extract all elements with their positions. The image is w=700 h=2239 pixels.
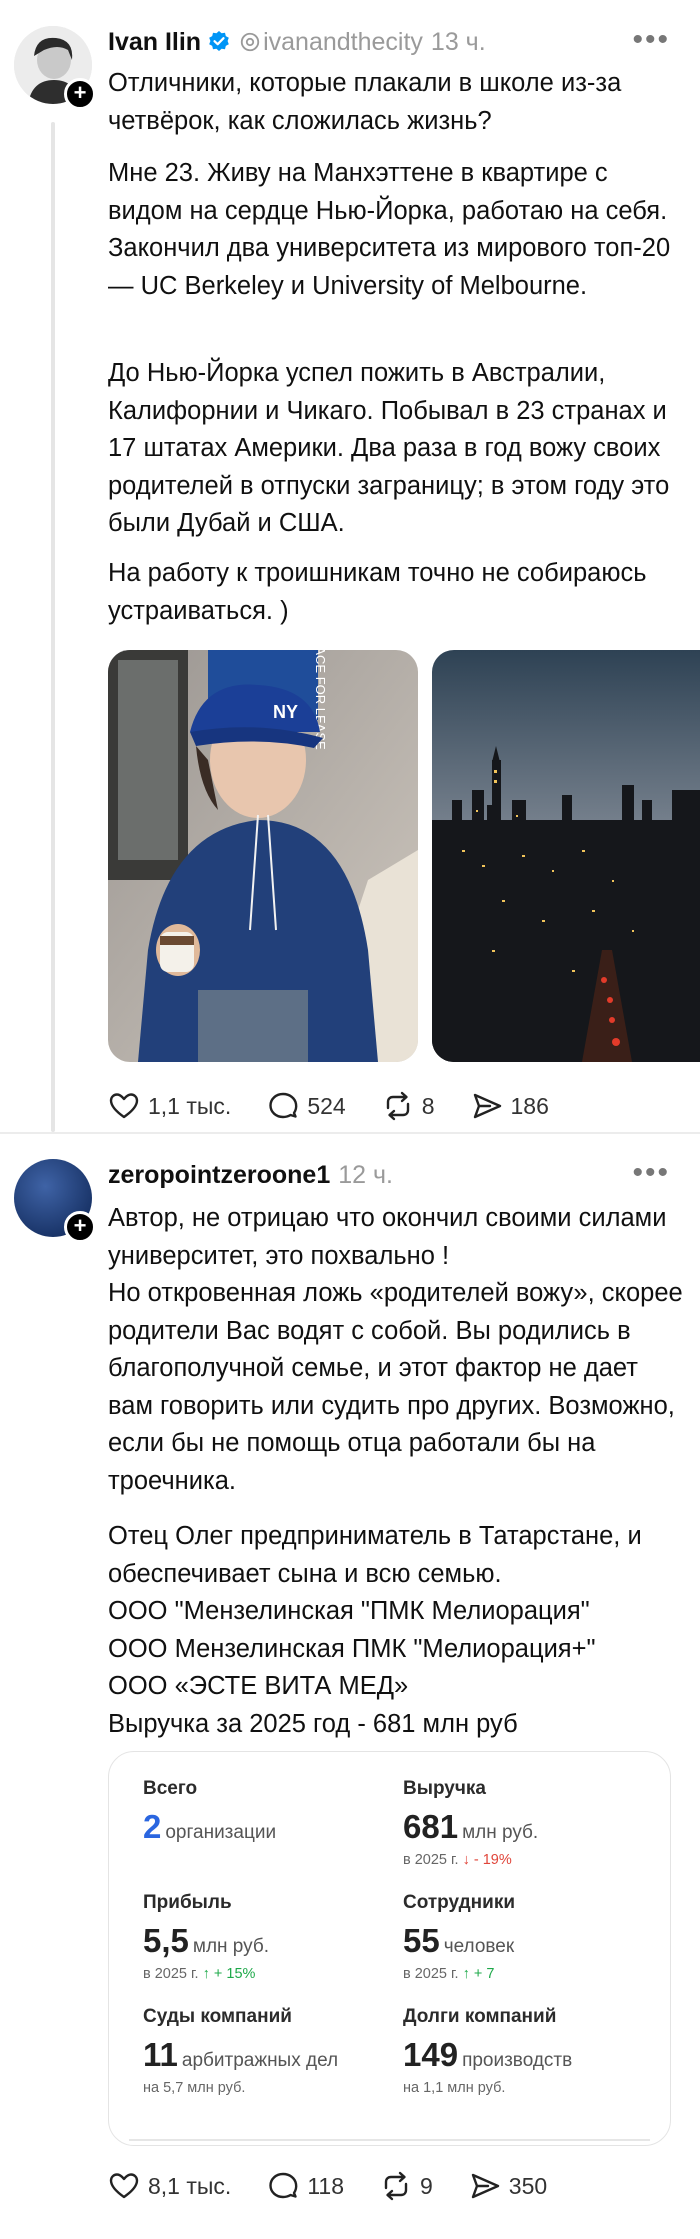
photo-city-skyline[interactable] — [432, 650, 700, 1062]
share-button[interactable]: 186 — [471, 1090, 549, 1122]
stat-unit: млн руб. — [462, 1822, 539, 1843]
post-text-4: На работу к троишникам точно не собираюс… — [108, 559, 647, 625]
like-button[interactable]: 1,1 тыс. — [108, 1090, 231, 1122]
comment-count: 118 — [307, 2172, 344, 2199]
stat-amount: на 1,1 млн руб. — [403, 2080, 506, 2096]
repost-icon — [384, 2171, 408, 2201]
stat-period: в 2025 г. — [403, 1852, 459, 1868]
comment-button[interactable]: 118 — [267, 2170, 344, 2202]
stat-court-cases: Суды компаний 11 арбитражных дел на 5,7 м… — [143, 2006, 338, 2096]
repost-button[interactable]: 9 — [380, 2170, 433, 2202]
sign-text: SPACE FOR LEASE — [313, 650, 328, 750]
stat-revenue: Выручка 681 млн руб. в 2025 г. ↓ - 19% — [403, 1778, 538, 1868]
author-name[interactable]: zeropointzeroone1 — [108, 1161, 330, 1190]
post-text-2: Отец Олег предприниматель в Татарстане, … — [108, 1522, 642, 1738]
share-count: 186 — [510, 1092, 549, 1119]
stat-value: 55 — [403, 1922, 440, 1959]
stat-value: 11 — [143, 2036, 178, 2073]
like-count: 1,1 тыс. — [148, 1092, 232, 1119]
photo-selfie[interactable]: SPACE FOR LEASE NY — [108, 650, 418, 1062]
repost-button[interactable]: 8 — [382, 1090, 435, 1122]
follow-plus-icon[interactable]: + — [64, 78, 96, 110]
stat-label: Прибыль — [143, 1892, 232, 1913]
author-handle[interactable]: ivanandthecity — [263, 28, 423, 57]
stat-unit: организации — [165, 1822, 277, 1843]
stat-value: 681 — [403, 1808, 459, 1845]
like-button[interactable]: 8,1 тыс. — [108, 2170, 231, 2202]
post-header: Ivan Ilin ivanandthecity 13 ч. — [108, 22, 486, 62]
stat-label: Сотрудники — [403, 1892, 516, 1913]
verified-icon — [209, 31, 229, 51]
share-icon — [471, 2173, 499, 2199]
more-icon[interactable]: ••• — [632, 25, 670, 55]
stat-debts: Долги компаний 149 производств на 1,1 млн… — [403, 2006, 572, 2096]
stat-trend-up: ↑ + 15% — [202, 1966, 256, 1982]
card-bottom-divider — [129, 2139, 650, 2141]
repost-count: 9 — [420, 2172, 433, 2199]
company-stats-card[interactable]: Всего 2 организации Выручка 681 млн руб. в… — [108, 1751, 671, 2146]
stat-period: в 2025 г. — [403, 1966, 459, 1982]
stat-label: Долги компаний — [403, 2006, 557, 2027]
stat-profit: Прибыль 5,5 млн руб. в 2025 г. ↑ + 15% — [143, 1892, 269, 1982]
post-time: 12 ч. — [338, 1160, 393, 1189]
stat-label: Суды компаний — [143, 2006, 292, 2027]
post-actions: 8,1 тыс. 118 9 350 — [108, 2170, 583, 2202]
stat-trend-down: ↓ - 19% — [462, 1852, 512, 1868]
thread-line — [51, 122, 55, 1132]
post-ivan-ilin: + Ivan Ilin ivanandthecity 13 ч. ••• Отл… — [0, 0, 700, 1140]
post-text-3: До Нью-Йорка успел пожить в Австралии, К… — [108, 359, 670, 537]
stat-trend-up: ↑ + 7 — [462, 1966, 495, 1982]
stat-label: Выручка — [403, 1778, 486, 1799]
comment-count: 524 — [307, 1092, 346, 1119]
stat-value: 5,5 — [143, 1922, 189, 1959]
like-count: 8,1 тыс. — [148, 2172, 232, 2199]
comment-button[interactable]: 524 — [267, 1090, 346, 1122]
stat-unit: арбитражных дел — [181, 2050, 339, 2071]
post-text-1: Отличники, которые плакали в школе из-за… — [108, 69, 622, 135]
comment-icon — [269, 2172, 298, 2199]
stat-label: Всего — [143, 1778, 198, 1799]
stat-unit: человек — [443, 1936, 515, 1957]
follow-plus-icon[interactable]: + — [64, 1211, 96, 1243]
share-icon — [473, 1093, 501, 1119]
comment-icon — [269, 1092, 298, 1119]
stat-amount: на 5,7 млн руб. — [143, 2080, 246, 2096]
post-actions: 1,1 тыс. 524 8 186 — [108, 1090, 585, 1122]
stat-total: Всего 2 организации — [143, 1778, 276, 1846]
stat-employees: Сотрудники 55 человек в 2025 г. ↑ + 7 — [403, 1892, 515, 1982]
heart-icon — [109, 2173, 139, 2199]
threads-icon — [240, 32, 260, 52]
repost-count: 8 — [421, 1092, 435, 1119]
post-header: zeropointzeroone1 12 ч. — [108, 1155, 393, 1195]
stat-period: в 2025 г. — [143, 1966, 199, 1982]
heart-icon — [109, 1093, 139, 1119]
more-icon[interactable]: ••• — [632, 1158, 670, 1188]
repost-icon — [386, 1091, 409, 1121]
author-name[interactable]: Ivan Ilin — [108, 28, 201, 57]
stat-value: 149 — [403, 2036, 459, 2073]
share-button[interactable]: 350 — [469, 2170, 547, 2202]
share-count: 350 — [508, 2172, 548, 2199]
cap-logo: NY — [273, 702, 298, 722]
post-text-2: Мне 23. Живу на Манхэттене в квартире с … — [108, 159, 671, 300]
post-text-1: Автор, не отрицаю что окончил своими сил… — [108, 1204, 683, 1495]
stat-unit: производств — [462, 2050, 573, 2071]
post-time: 13 ч. — [430, 27, 486, 56]
stat-value: 2 — [143, 1808, 162, 1845]
stat-unit: млн руб. — [192, 1936, 270, 1957]
